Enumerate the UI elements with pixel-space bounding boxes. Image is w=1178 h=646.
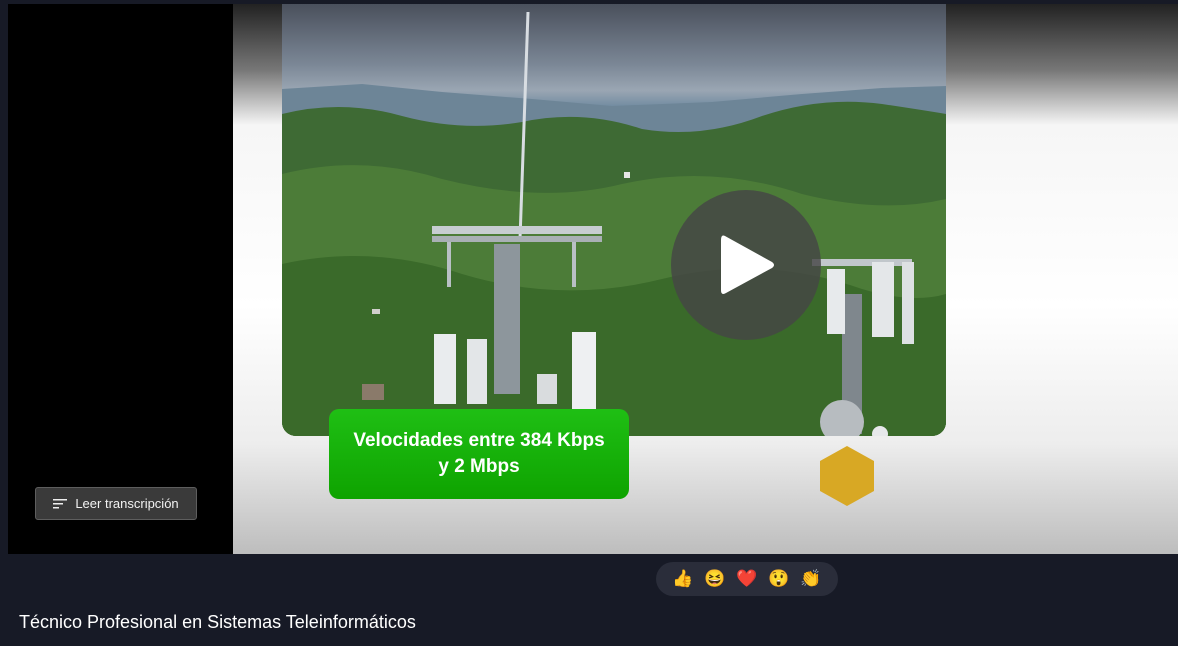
reactions-bar: 👍 😆 ❤️ 😲 👏 <box>656 562 838 596</box>
read-transcript-button[interactable]: Leer transcripción <box>35 487 197 520</box>
play-icon <box>721 235 774 294</box>
video-frame[interactable]: Velocidades entre 384 Kbps y 2 Mbps <box>233 4 1178 554</box>
page-title: Técnico Profesional en Sistemas Teleinfo… <box>19 612 416 632</box>
transcript-button-label: Leer transcripción <box>75 496 179 511</box>
clap-icon[interactable]: 👏 <box>800 568 822 590</box>
play-button[interactable] <box>671 190 821 340</box>
video-player[interactable]: Velocidades entre 384 Kbps y 2 Mbps Leer… <box>8 4 1178 554</box>
caption-line-1: Velocidades entre 384 Kbps <box>353 430 605 451</box>
cell-tower-scene <box>282 4 946 436</box>
landscape-illustration <box>282 11 946 436</box>
heart-icon[interactable]: ❤️ <box>736 568 758 590</box>
thumbs-up-icon[interactable]: 👍 <box>672 568 694 590</box>
laugh-icon[interactable]: 😆 <box>704 568 726 590</box>
hexagon-shape <box>820 446 874 506</box>
transcript-lines-icon <box>53 498 68 508</box>
surprised-icon[interactable]: 😲 <box>768 568 790 590</box>
video-caption-box: Velocidades entre 384 Kbps y 2 Mbps <box>329 409 629 499</box>
caption-line-2: y 2 Mbps <box>438 456 520 477</box>
